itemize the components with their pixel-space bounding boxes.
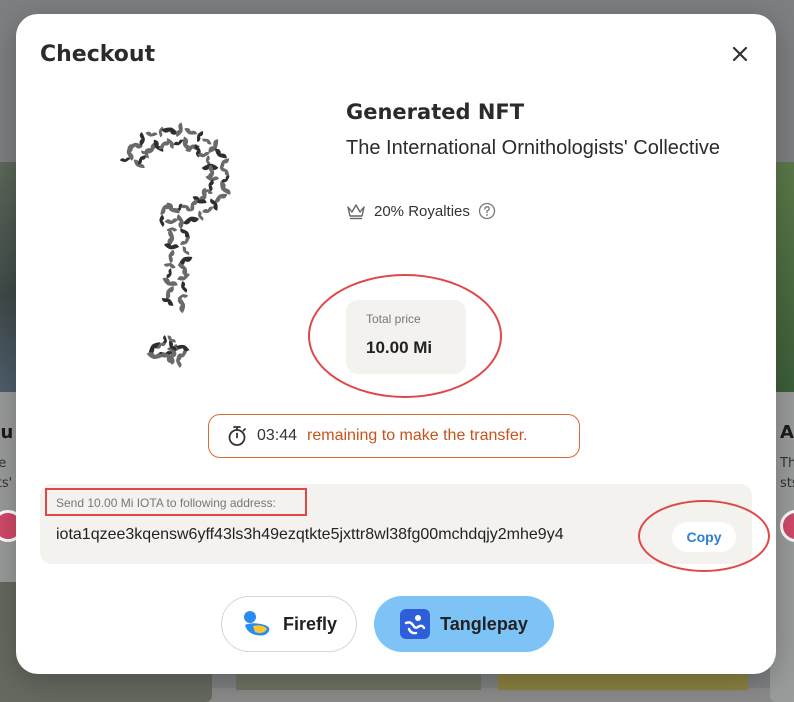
royalties-label: 20% Royalties <box>374 202 470 220</box>
bird-shape <box>182 246 190 256</box>
close-button[interactable] <box>728 42 752 66</box>
help-icon[interactable] <box>478 202 496 220</box>
bird-shape <box>173 139 184 146</box>
background-card-title: zu <box>0 422 14 443</box>
bird-shape <box>159 214 165 227</box>
bird-shape <box>164 218 179 225</box>
bird-shape <box>184 128 198 135</box>
bird-shape <box>176 214 184 230</box>
nft-name: Generated NFT <box>346 100 525 124</box>
firefly-icon <box>243 611 270 636</box>
transfer-timer: 03:44 remaining to make the transfer. <box>208 414 580 458</box>
bird-shape <box>119 157 131 163</box>
address-label: Send 10.00 Mi IOTA to following address: <box>56 496 276 510</box>
tanglepay-button[interactable]: Tanglepay <box>374 596 554 652</box>
bird-shape <box>145 131 158 137</box>
bird-shape <box>180 237 190 246</box>
bird-shape <box>177 256 193 267</box>
bird-shape <box>162 277 178 286</box>
bird-shape <box>146 352 164 360</box>
bird-shape <box>182 216 200 225</box>
bird-shape <box>202 206 214 213</box>
bird-shape <box>180 204 192 212</box>
timer-message: remaining to make the transfer. <box>307 427 528 444</box>
timer-countdown: 03:44 <box>257 427 298 444</box>
modal-title: Checkout <box>40 42 156 67</box>
bird-shape <box>165 286 174 300</box>
iota-address[interactable]: iota1qzee3kqensw6yff43ls3h49ezqtkte5jxtt… <box>56 526 564 544</box>
annotation-circle-copy <box>638 500 770 572</box>
bird-shape <box>202 138 212 145</box>
royalties-info: 20% Royalties <box>346 202 496 220</box>
question-mark-birds <box>119 122 231 368</box>
crown-icon <box>347 204 365 220</box>
stopwatch-icon <box>228 426 246 446</box>
nft-image <box>119 122 231 368</box>
tanglepay-icon <box>400 609 431 639</box>
background-card-text: he sts' <box>0 456 13 491</box>
background-avatar-right <box>780 510 794 542</box>
checkout-modal: Checkout Generated NFT The International… <box>16 14 776 674</box>
bird-shape <box>177 296 186 314</box>
bird-shape <box>168 249 175 264</box>
close-icon <box>732 46 748 62</box>
background-card-text-right: Th sts <box>780 456 794 491</box>
tanglepay-label: Tanglepay <box>440 613 528 634</box>
background-card-title-right: A <box>780 422 794 443</box>
nft-collection: The International Ornithologists' Collec… <box>346 137 721 159</box>
bird-shape <box>181 280 188 293</box>
firefly-label: Firefly <box>282 613 338 634</box>
firefly-button[interactable]: Firefly <box>221 596 357 652</box>
bird-shape <box>219 158 230 169</box>
annotation-circle-price <box>308 274 502 398</box>
